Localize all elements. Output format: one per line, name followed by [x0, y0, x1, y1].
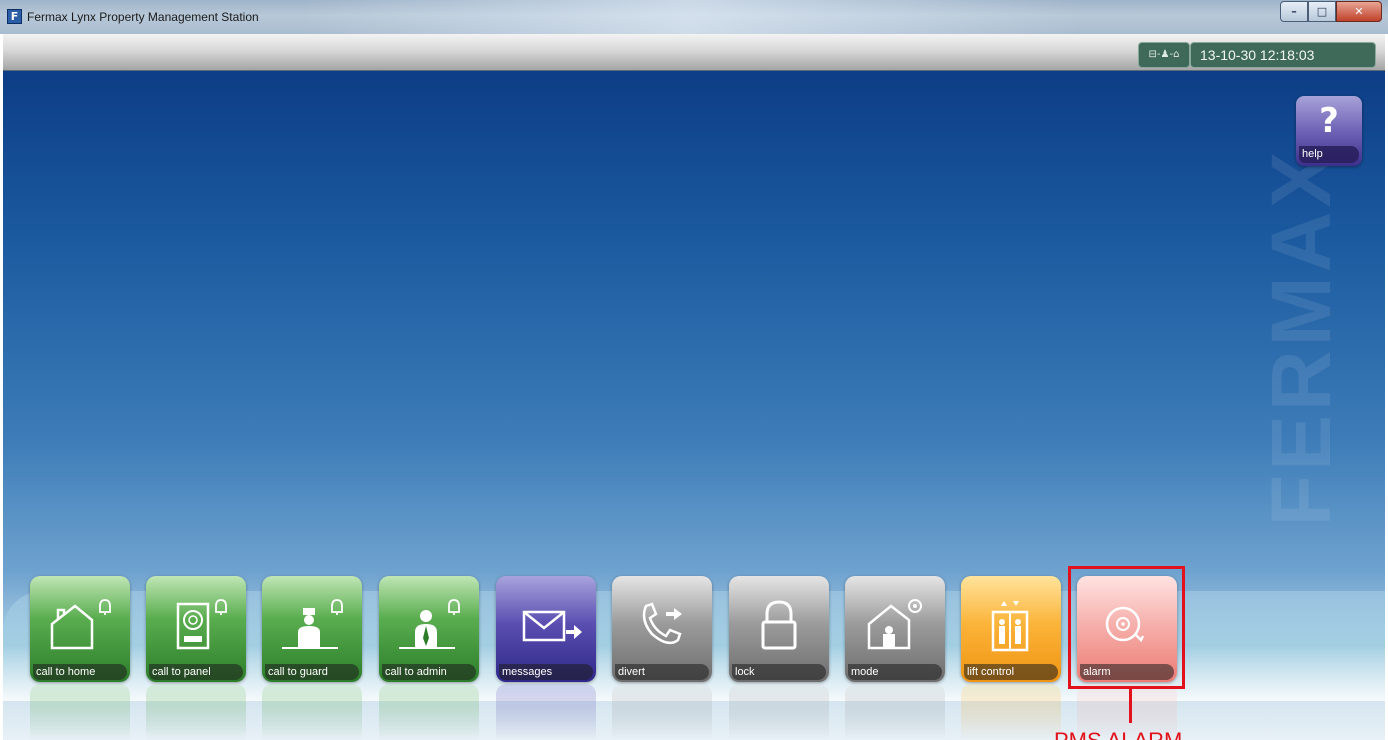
call-to-panel-button[interactable]: call to panel: [146, 576, 246, 682]
maximize-button[interactable]: □: [1308, 1, 1336, 22]
tile-reflection: [146, 684, 246, 740]
panel-bell-icon: [176, 599, 227, 650]
title-bar-glow: [300, 0, 1080, 34]
tile-reflection: [729, 684, 829, 740]
window-title: Fermax Lynx Property Management Station: [27, 10, 259, 24]
tile-label: call to home: [33, 664, 127, 680]
guard-bell-icon: [282, 599, 343, 649]
tile-reflection: [262, 684, 362, 740]
close-button[interactable]: ✕: [1336, 1, 1382, 22]
tile-reflection: [496, 684, 596, 740]
house-gear-icon: [867, 599, 922, 650]
network-status-icon: ⊟-♟-⌂: [1138, 42, 1190, 68]
call-to-home-button[interactable]: call to home: [30, 576, 130, 682]
tile-reflection: [379, 684, 479, 740]
tile-label: messages: [499, 664, 593, 680]
question-icon: ?: [1319, 101, 1339, 141]
callout-label: PMS ALARM: [1054, 728, 1182, 740]
lift-icon: [991, 601, 1029, 652]
tile-label: lift control: [964, 664, 1058, 680]
tile-label: call to guard: [265, 664, 359, 680]
messages-button[interactable]: messages: [496, 576, 596, 682]
tile-label: lock: [732, 664, 826, 680]
minimize-button[interactable]: –: [1280, 1, 1308, 22]
mode-button[interactable]: mode: [845, 576, 945, 682]
datetime-display: 13-10-30 12:18:03: [1190, 42, 1376, 68]
help-button[interactable]: ? help: [1296, 96, 1362, 166]
tile-label: divert: [615, 664, 709, 680]
tile-reflection: [612, 684, 712, 740]
padlock-icon: [761, 600, 797, 650]
watermark-text: FERMAX: [1256, 147, 1340, 527]
lock-button[interactable]: lock: [729, 576, 829, 682]
help-label: help: [1299, 146, 1359, 163]
envelope-arrow-icon: [522, 610, 582, 642]
tile-label: call to panel: [149, 664, 243, 680]
tile-label: mode: [848, 664, 942, 680]
callout-line: [1129, 689, 1132, 723]
call-to-admin-button[interactable]: call to admin: [379, 576, 479, 682]
admin-bell-icon: [399, 599, 460, 649]
lift-control-button[interactable]: lift control: [961, 576, 1061, 682]
tile-reflection: [845, 684, 945, 740]
app-window: F Fermax Lynx Property Management Statio…: [0, 0, 1388, 740]
call-to-guard-button[interactable]: call to guard: [262, 576, 362, 682]
title-bar: F Fermax Lynx Property Management Statio…: [0, 0, 1388, 34]
window-controls: – □ ✕: [1280, 1, 1382, 22]
tile-label: call to admin: [382, 664, 476, 680]
divert-button[interactable]: divert: [612, 576, 712, 682]
house-bell-icon: [50, 599, 111, 650]
alarm-highlight-box: [1068, 566, 1185, 689]
tile-reflection: [30, 684, 130, 740]
phone-divert-icon: [642, 602, 682, 645]
app-logo-icon: F: [7, 9, 22, 24]
tile-reflection: [961, 684, 1061, 740]
